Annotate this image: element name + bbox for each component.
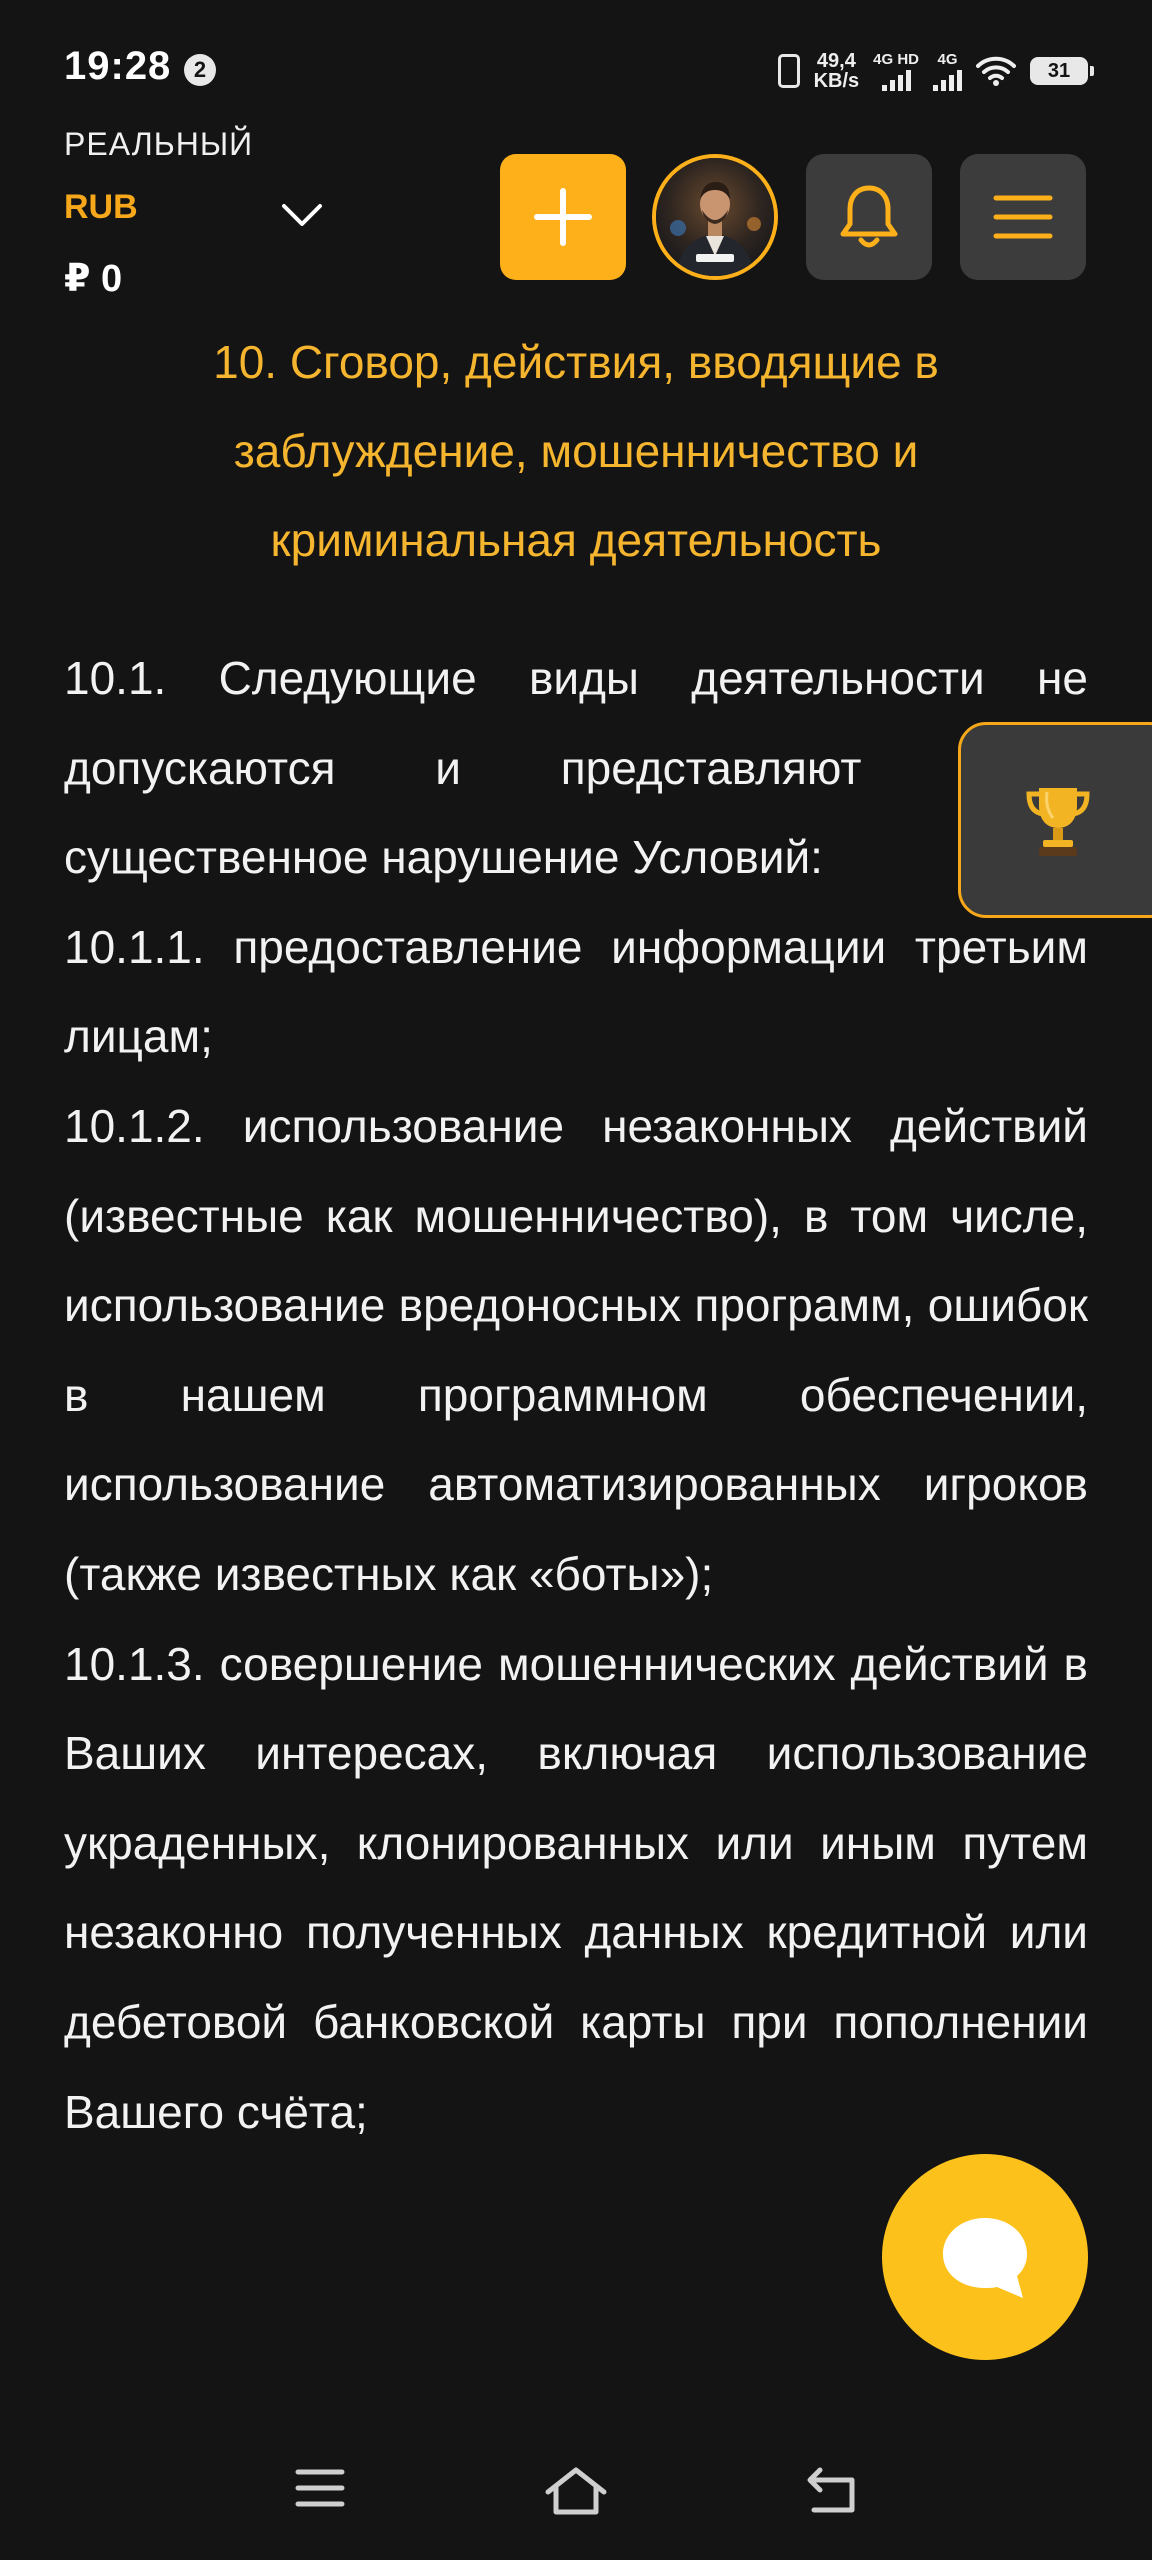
chat-icon <box>943 2218 1027 2298</box>
home-icon[interactable] <box>544 2466 608 2516</box>
network-speed: 49,4 KB/s <box>814 51 860 91</box>
trophy-icon <box>1026 788 1090 856</box>
paragraph-10-1-1: 10.1.1. предоставление информации третьи… <box>64 920 1088 1063</box>
signal-bars-icon <box>933 69 962 91</box>
hamburger-icon <box>993 195 1053 239</box>
terms-content: 10.1. Следующие виды деятельности не доп… <box>64 634 1088 2157</box>
signal-bars-icon <box>881 69 911 91</box>
back-icon[interactable] <box>806 2466 858 2514</box>
network-speed-unit: KB/s <box>813 70 860 92</box>
paragraph-10-1: 10.1. Следующие виды деятельности не доп… <box>64 652 1088 884</box>
network-speed-value: 49,4 <box>816 50 856 72</box>
avatar-image <box>656 158 774 276</box>
bell-icon <box>840 185 898 248</box>
system-nav-bar <box>0 2420 1152 2560</box>
tournaments-button[interactable] <box>958 722 1152 918</box>
section-title: 10. Сговор, действия, вводящие в заблужд… <box>213 336 939 566</box>
signal-1: 4G HD <box>873 52 919 91</box>
status-indicators: 49,4 KB/s 4G HD 4G 31 <box>777 48 1094 94</box>
currency-selector[interactable]: RUB <box>64 188 138 227</box>
signal-2: 4G <box>933 52 962 91</box>
notification-count-badge: 2 <box>184 54 216 86</box>
paragraph-10-1-3: 10.1.3. совершение мошеннических действи… <box>64 1637 1088 2138</box>
battery-icon: 31 <box>1030 57 1094 85</box>
wifi-icon <box>976 55 1016 87</box>
menu-button[interactable] <box>960 154 1086 280</box>
signal-2-label: 4G <box>937 50 958 68</box>
notifications-button[interactable] <box>806 154 932 280</box>
deposit-button[interactable] <box>500 154 626 280</box>
balance: ₽ 0 <box>64 258 123 300</box>
recents-icon[interactable] <box>294 2466 346 2510</box>
vibrate-icon <box>777 54 800 88</box>
avatar[interactable] <box>652 154 778 280</box>
signal-1-label: 4G HD <box>873 50 919 68</box>
chat-button[interactable] <box>882 2154 1088 2360</box>
chevron-down-icon[interactable] <box>280 200 324 230</box>
plus-icon <box>534 188 592 246</box>
screen: 19:28 2 49,4 KB/s 4G HD 4G 31 РЕАЛЬНЫЙ R… <box>0 0 1152 2560</box>
account-type-label: РЕАЛЬНЫЙ <box>64 126 254 162</box>
paragraph-10-1-2: 10.1.2. использование незаконных действи… <box>64 1099 1088 1600</box>
status-time: 19:28 <box>64 44 172 88</box>
status-bar: 19:28 2 49,4 KB/s 4G HD 4G 31 <box>0 0 1152 120</box>
